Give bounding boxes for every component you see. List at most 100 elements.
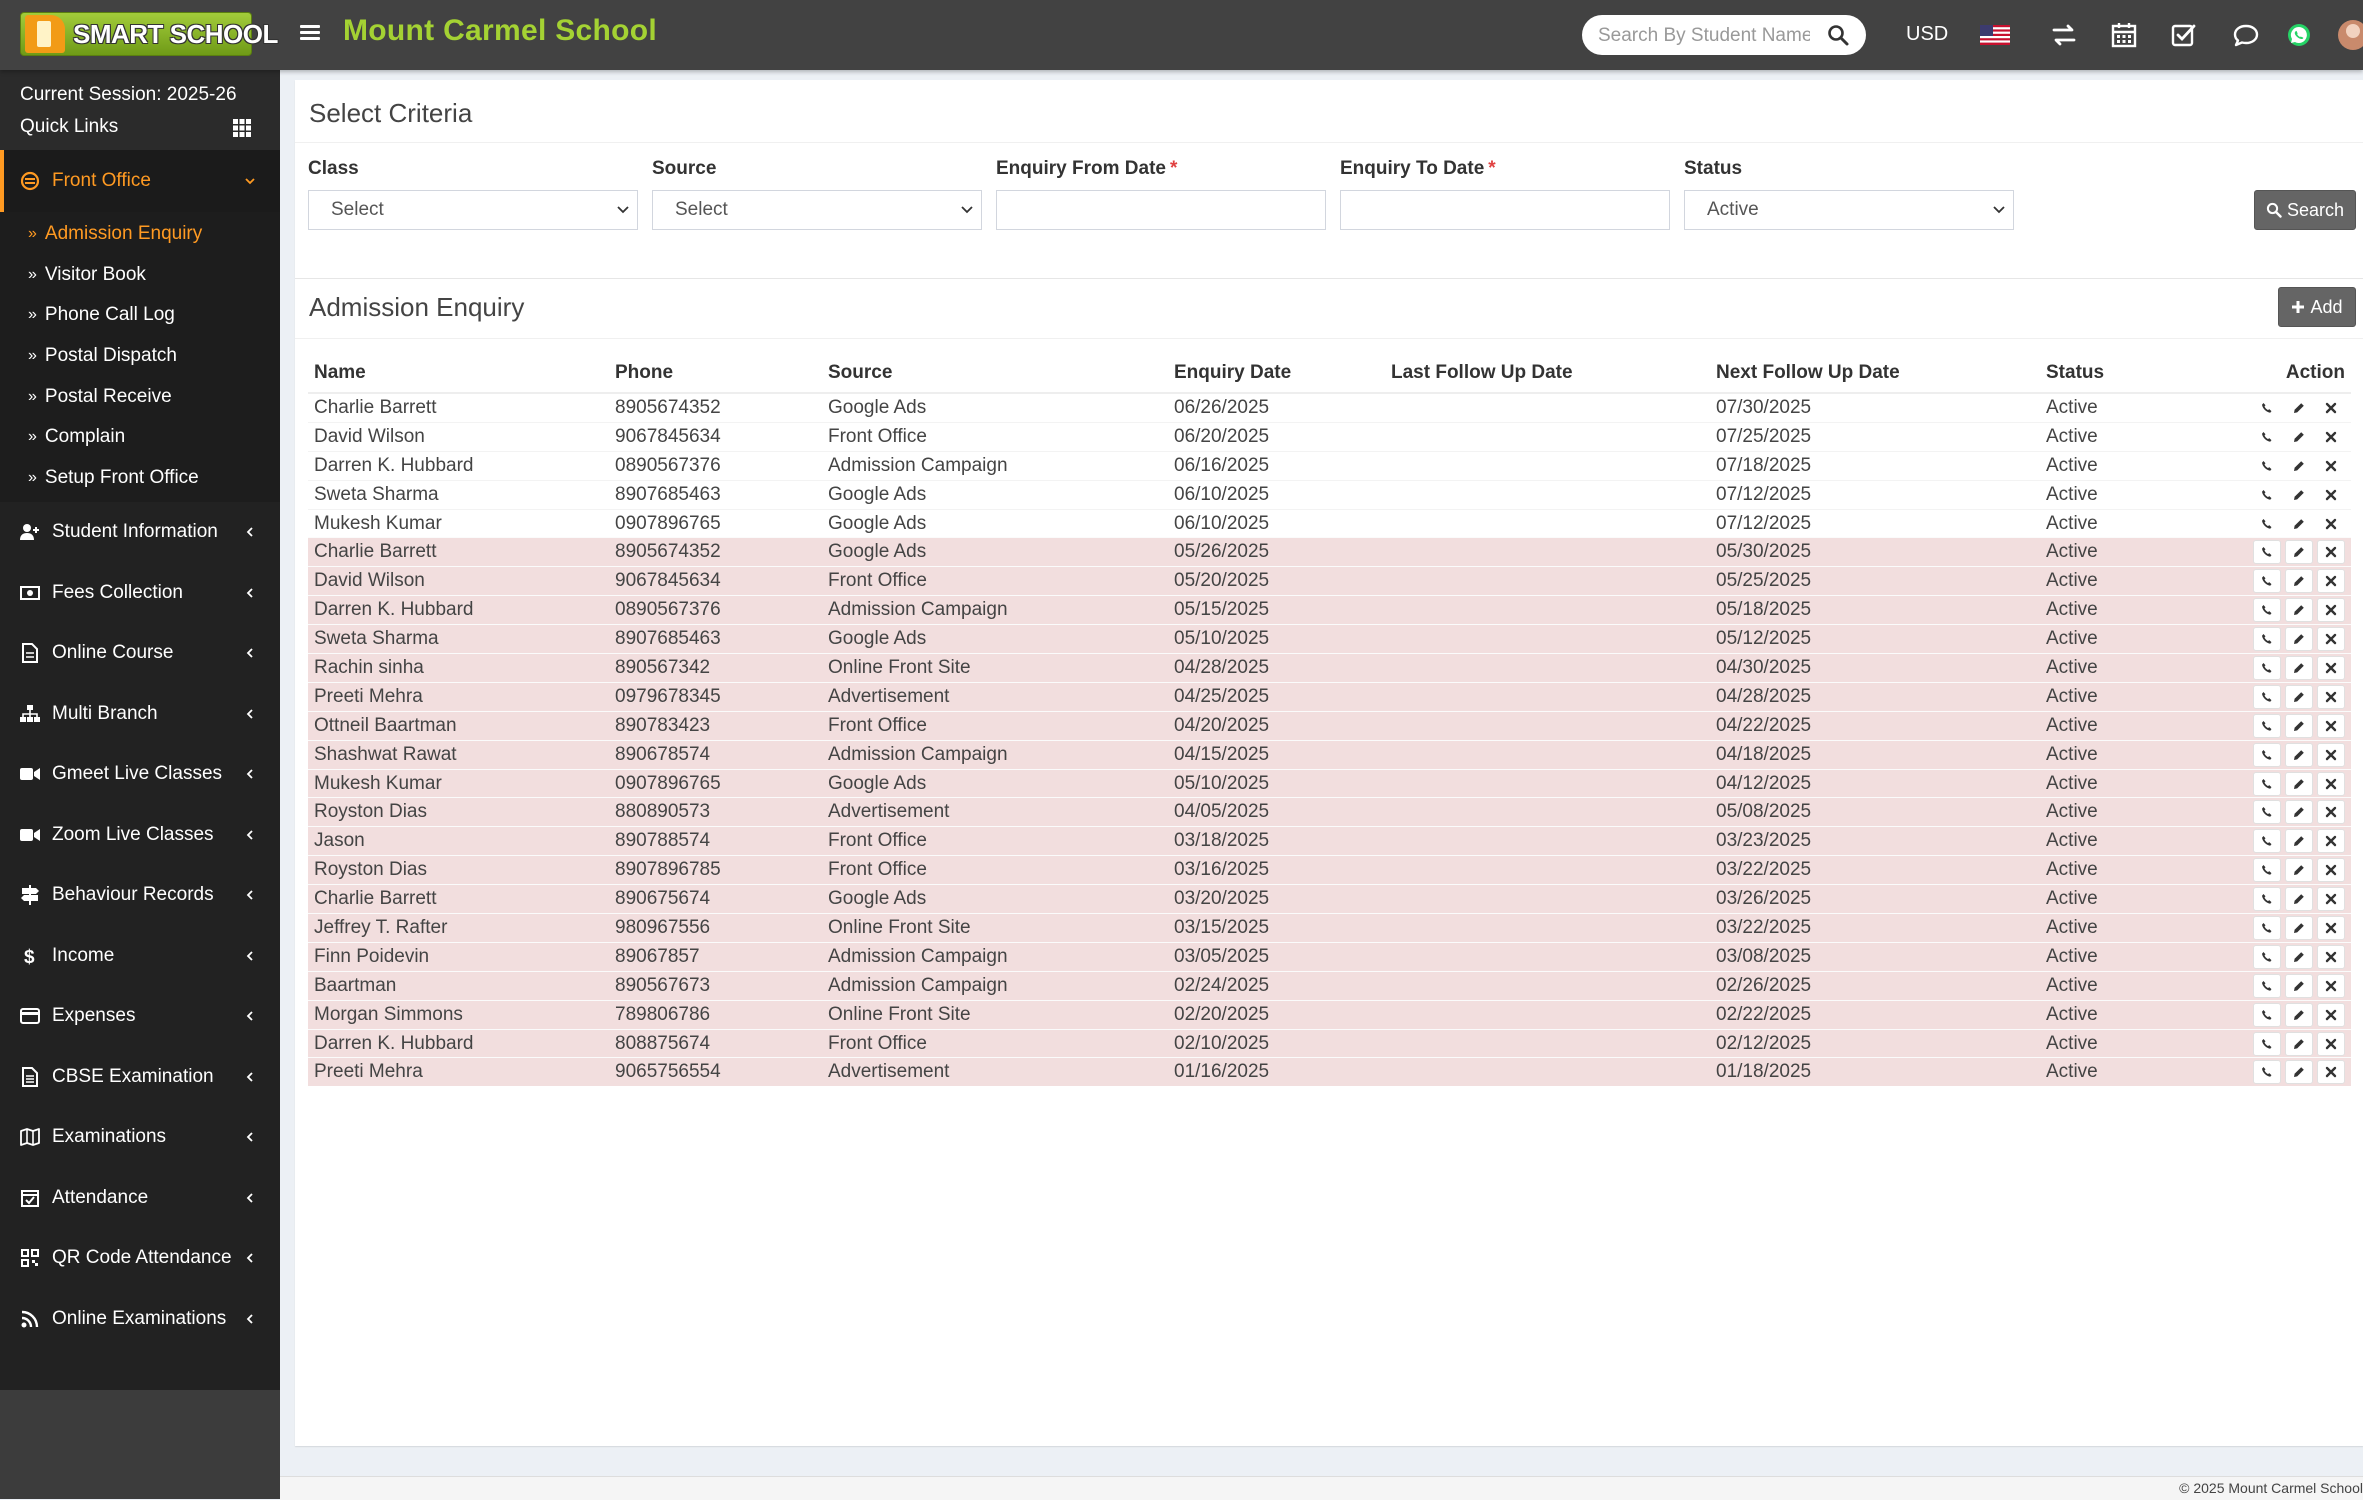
follow-up-phone-icon[interactable] bbox=[2253, 655, 2281, 680]
delete-x-icon[interactable] bbox=[2317, 713, 2345, 738]
column-header-source[interactable]: Source bbox=[822, 354, 1168, 394]
sidebar-item-zoom-live-classes[interactable]: Zoom Live Classes bbox=[0, 805, 280, 866]
sidebar-item-expenses[interactable]: Expenses bbox=[0, 986, 280, 1047]
follow-up-phone-icon[interactable] bbox=[2253, 771, 2281, 796]
delete-x-icon[interactable] bbox=[2317, 800, 2345, 825]
sidebar-item-online-examinations[interactable]: Online Examinations bbox=[0, 1289, 280, 1350]
us-flag-icon[interactable] bbox=[1980, 24, 2010, 46]
sidebar-item-gmeet-live-classes[interactable]: Gmeet Live Classes bbox=[0, 744, 280, 805]
edit-pencil-icon[interactable] bbox=[2285, 1060, 2313, 1085]
delete-x-icon[interactable] bbox=[2317, 684, 2345, 709]
sidebar-item-student-information[interactable]: Student Information bbox=[0, 502, 280, 563]
source-select[interactable]: Select bbox=[652, 190, 982, 230]
follow-up-phone-icon[interactable] bbox=[2253, 713, 2281, 738]
edit-pencil-icon[interactable] bbox=[2285, 598, 2313, 623]
follow-up-phone-icon[interactable] bbox=[2253, 742, 2281, 767]
edit-pencil-icon[interactable] bbox=[2285, 569, 2313, 594]
follow-up-phone-icon[interactable] bbox=[2253, 944, 2281, 969]
user-avatar[interactable] bbox=[2338, 20, 2363, 50]
delete-x-icon[interactable] bbox=[2317, 598, 2345, 623]
tasks-icon[interactable] bbox=[2170, 22, 2198, 48]
column-header-next-follow-up[interactable]: Next Follow Up Date bbox=[1710, 354, 2040, 394]
delete-x-icon[interactable] bbox=[2317, 569, 2345, 594]
submenu-complain[interactable]: » Complain bbox=[0, 417, 280, 458]
edit-pencil-icon[interactable] bbox=[2285, 1031, 2313, 1056]
delete-x-icon[interactable] bbox=[2317, 887, 2345, 912]
follow-up-phone-icon[interactable] bbox=[2253, 887, 2281, 912]
sidebar-item-qr-code-attendance[interactable]: QR Code Attendance bbox=[0, 1228, 280, 1289]
follow-up-phone-icon[interactable] bbox=[2253, 396, 2281, 420]
delete-x-icon[interactable] bbox=[2317, 1031, 2345, 1056]
follow-up-phone-icon[interactable] bbox=[2253, 627, 2281, 652]
edit-pencil-icon[interactable] bbox=[2285, 771, 2313, 796]
sidebar-item-fees-collection[interactable]: Fees Collection bbox=[0, 563, 280, 624]
delete-x-icon[interactable] bbox=[2317, 829, 2345, 854]
column-header-name[interactable]: Name bbox=[308, 354, 609, 394]
submenu-setup-front-office[interactable]: » Setup Front Office bbox=[0, 458, 280, 499]
sidebar-item-income[interactable]: $ Income bbox=[0, 926, 280, 987]
chat-icon[interactable] bbox=[2232, 22, 2260, 48]
sidebar-item-front-office[interactable]: Front Office bbox=[0, 150, 280, 212]
edit-pencil-icon[interactable] bbox=[2285, 973, 2313, 998]
app-logo[interactable]: SMART SCHOOL bbox=[20, 12, 278, 56]
edit-pencil-icon[interactable] bbox=[2285, 800, 2313, 825]
follow-up-phone-icon[interactable] bbox=[2253, 800, 2281, 825]
follow-up-phone-icon[interactable] bbox=[2253, 598, 2281, 623]
currency-selector[interactable]: USD bbox=[1906, 23, 1948, 46]
delete-x-icon[interactable] bbox=[2317, 454, 2345, 478]
add-enquiry-button[interactable]: Add bbox=[2278, 287, 2356, 327]
edit-pencil-icon[interactable] bbox=[2285, 742, 2313, 767]
delete-x-icon[interactable] bbox=[2317, 1060, 2345, 1085]
quick-links[interactable]: Quick Links bbox=[20, 116, 118, 138]
column-header-last-follow-up[interactable]: Last Follow Up Date bbox=[1385, 354, 1710, 394]
edit-pencil-icon[interactable] bbox=[2285, 540, 2313, 565]
sidebar-item-examinations[interactable]: Examinations bbox=[0, 1107, 280, 1168]
submenu-phone-call-log[interactable]: » Phone Call Log bbox=[0, 295, 280, 336]
edit-pencil-icon[interactable] bbox=[2285, 944, 2313, 969]
edit-pencil-icon[interactable] bbox=[2285, 1002, 2313, 1027]
edit-pencil-icon[interactable] bbox=[2285, 454, 2313, 478]
follow-up-phone-icon[interactable] bbox=[2253, 858, 2281, 883]
follow-up-phone-icon[interactable] bbox=[2253, 454, 2281, 478]
delete-x-icon[interactable] bbox=[2317, 742, 2345, 767]
delete-x-icon[interactable] bbox=[2317, 483, 2345, 507]
delete-x-icon[interactable] bbox=[2317, 627, 2345, 652]
menu-icon[interactable] bbox=[300, 22, 320, 48]
calendar-icon[interactable] bbox=[2110, 22, 2138, 48]
follow-up-phone-icon[interactable] bbox=[2253, 973, 2281, 998]
delete-x-icon[interactable] bbox=[2317, 512, 2345, 536]
whatsapp-icon[interactable] bbox=[2285, 22, 2313, 48]
enquiry-to-date-input[interactable] bbox=[1340, 190, 1670, 230]
delete-x-icon[interactable] bbox=[2317, 655, 2345, 680]
edit-pencil-icon[interactable] bbox=[2285, 512, 2313, 536]
edit-pencil-icon[interactable] bbox=[2285, 887, 2313, 912]
search-button[interactable]: Search bbox=[2254, 190, 2356, 230]
edit-pencil-icon[interactable] bbox=[2285, 425, 2313, 449]
follow-up-phone-icon[interactable] bbox=[2253, 512, 2281, 536]
submenu-postal-receive[interactable]: » Postal Receive bbox=[0, 376, 280, 417]
enquiry-from-date-input[interactable] bbox=[996, 190, 1326, 230]
submenu-admission-enquiry[interactable]: » Admission Enquiry bbox=[0, 214, 280, 255]
grid-icon[interactable] bbox=[233, 119, 251, 137]
edit-pencil-icon[interactable] bbox=[2285, 858, 2313, 883]
delete-x-icon[interactable] bbox=[2317, 858, 2345, 883]
column-header-enquiry-date[interactable]: Enquiry Date bbox=[1168, 354, 1385, 394]
follow-up-phone-icon[interactable] bbox=[2253, 915, 2281, 940]
edit-pencil-icon[interactable] bbox=[2285, 684, 2313, 709]
class-select[interactable]: Select bbox=[308, 190, 638, 230]
column-header-status[interactable]: Status bbox=[2040, 354, 2220, 394]
follow-up-phone-icon[interactable] bbox=[2253, 540, 2281, 565]
status-select[interactable]: Active bbox=[1684, 190, 2014, 230]
student-search-input[interactable] bbox=[1596, 21, 1812, 51]
follow-up-phone-icon[interactable] bbox=[2253, 829, 2281, 854]
edit-pencil-icon[interactable] bbox=[2285, 396, 2313, 420]
follow-up-phone-icon[interactable] bbox=[2253, 684, 2281, 709]
follow-up-phone-icon[interactable] bbox=[2253, 483, 2281, 507]
follow-up-phone-icon[interactable] bbox=[2253, 569, 2281, 594]
delete-x-icon[interactable] bbox=[2317, 396, 2345, 420]
follow-up-phone-icon[interactable] bbox=[2253, 1031, 2281, 1056]
edit-pencil-icon[interactable] bbox=[2285, 627, 2313, 652]
follow-up-phone-icon[interactable] bbox=[2253, 425, 2281, 449]
delete-x-icon[interactable] bbox=[2317, 1002, 2345, 1027]
edit-pencil-icon[interactable] bbox=[2285, 655, 2313, 680]
